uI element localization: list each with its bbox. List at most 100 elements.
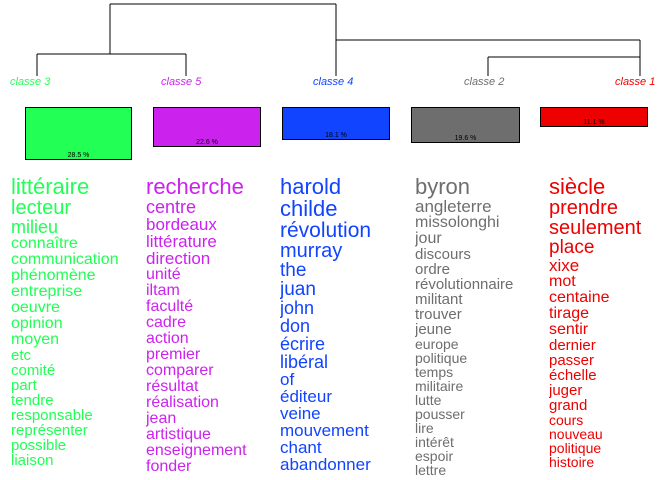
word: pousser [415, 406, 465, 422]
word: passer [549, 352, 595, 369]
class-2-label: classe 2 [464, 76, 505, 88]
word: iltam [146, 282, 180, 299]
word: comparer [146, 362, 214, 379]
word: politique [415, 350, 468, 366]
word: artistique [146, 426, 211, 443]
word: of [280, 370, 295, 389]
word: premier [146, 346, 201, 363]
word: centre [146, 197, 197, 217]
word: childe [280, 196, 338, 221]
class-2-percent: 19.6 % [454, 135, 477, 142]
word: place [549, 237, 595, 258]
word: lettre [415, 462, 447, 477]
class-4-percent: 18.1 % [325, 132, 347, 139]
word: juger [549, 382, 583, 399]
word: liaison [11, 452, 54, 468]
word: lire [415, 420, 434, 436]
word: action [146, 330, 189, 347]
word: grand [549, 397, 588, 414]
class-1-percent: 11.1 % [583, 119, 605, 126]
class-4-box: 18.1 % [282, 107, 390, 140]
word: connaître [11, 235, 78, 252]
word: direction [146, 249, 211, 268]
word: lecteur [11, 197, 72, 219]
word: jean [146, 410, 177, 427]
word: faculté [146, 298, 194, 315]
word: centaine [549, 289, 610, 306]
word: représenter [11, 422, 88, 439]
word: lutte [415, 392, 442, 408]
word: harold [280, 176, 342, 199]
class-1-box: 11.1 % [540, 107, 648, 127]
word: révolutionnaire [415, 276, 514, 293]
dendrogram-left-link [36, 53, 187, 76]
word: dernier [549, 337, 596, 354]
word: unité [146, 266, 181, 283]
word: militaire [415, 378, 464, 394]
word: part [11, 377, 37, 394]
word: espoir [415, 448, 454, 464]
word: trouver [415, 306, 462, 323]
word: cadre [146, 314, 187, 331]
word: histoire [549, 454, 595, 469]
word: angleterre [415, 197, 492, 216]
class-5-percent: 22.6 % [196, 139, 218, 146]
word: échelle [549, 367, 597, 384]
word: ordre [415, 261, 451, 278]
word: phénomène [11, 267, 96, 284]
word: prendre [549, 197, 618, 219]
dendrogram-mid-link [487, 56, 640, 76]
word: jeune [415, 321, 452, 338]
word: temps [415, 364, 454, 380]
word: seulement [549, 217, 642, 239]
word: tendre [11, 392, 54, 409]
class-5-box: 22.6 % [153, 107, 261, 147]
class-4-label: classe 4 [313, 76, 354, 88]
word: byron [415, 176, 471, 199]
dendrogram [36, 3, 641, 76]
word: opinion [11, 315, 63, 332]
word: the [280, 260, 307, 281]
word: écrire [280, 334, 326, 354]
word: entreprise [11, 283, 83, 300]
word: don [280, 316, 311, 336]
class-3-percent: 28.5 % [67, 152, 90, 159]
word: littérature [146, 232, 217, 251]
word: fonder [146, 458, 192, 475]
class-5-word-list: recherche centre bordeaux littérature direct… [146, 176, 280, 475]
word: discours [415, 246, 471, 263]
word: enseignement [146, 442, 247, 459]
word: mot [549, 273, 576, 290]
class-1-label: classe 1 [615, 76, 656, 88]
word: chant [280, 438, 322, 457]
word: nouveau [549, 426, 603, 442]
word: john [280, 298, 315, 318]
word: comité [11, 362, 56, 379]
word: éditeur [280, 387, 332, 406]
word: etc [11, 347, 32, 364]
word: sentir [549, 321, 589, 338]
word: militant [415, 291, 463, 308]
word: résultat [146, 378, 199, 395]
word: politique [549, 440, 602, 456]
word: tirage [549, 305, 590, 322]
word: responsable [11, 407, 93, 424]
class-5-label: classe 5 [161, 76, 202, 88]
word: siècle [549, 176, 606, 199]
word: jour [415, 230, 442, 247]
word: libéral [280, 352, 329, 372]
word: cours [549, 412, 584, 428]
word: réalisation [146, 394, 219, 411]
class-3-label: classe 3 [10, 76, 51, 88]
word: missolonghi [415, 214, 500, 231]
class-1-word-list: siècle prendre seulement place xixe mot centai… [549, 176, 672, 469]
word: murray [280, 240, 343, 262]
class-3-word-list: littéraire lecteur milieu connaître communic… [11, 176, 146, 468]
class-3-box: 28.5 % [25, 107, 132, 160]
dendrogram-root-link [109, 3, 337, 54]
word: abandonner [280, 455, 371, 473]
word: juan [280, 279, 316, 300]
word: oeuvre [11, 299, 60, 316]
class-2-word-list: byron angleterre missolonghi jour discours or… [415, 176, 549, 477]
word: milieu [11, 217, 59, 237]
